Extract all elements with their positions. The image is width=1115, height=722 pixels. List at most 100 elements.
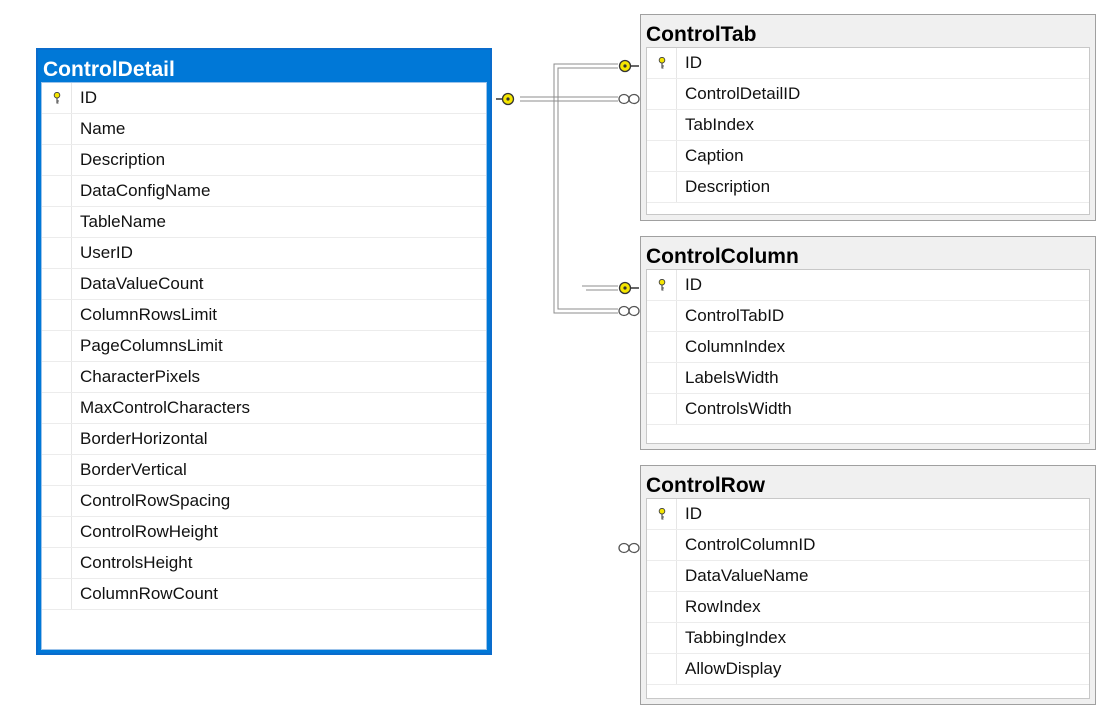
column-list: ID ControlColumnID DataValueName RowIndex Ta…: [646, 498, 1090, 699]
column-row[interactable]: Description: [647, 172, 1089, 203]
row-selector[interactable]: [647, 270, 677, 300]
key-end-icon: [618, 281, 639, 295]
column-name: ControlRowSpacing: [80, 491, 231, 510]
connector-detail-tab-one: [520, 63, 618, 98]
row-selector[interactable]: [42, 300, 72, 330]
row-selector[interactable]: [647, 79, 677, 109]
column-row[interactable]: ControlRowHeight: [42, 517, 486, 548]
row-selector[interactable]: [647, 363, 677, 393]
table-title[interactable]: ControlRow: [641, 466, 1095, 498]
column-row[interactable]: ID: [647, 270, 1089, 301]
column-row[interactable]: BorderHorizontal: [42, 424, 486, 455]
column-row[interactable]: ID: [647, 499, 1089, 530]
column-name: DataValueName: [685, 566, 809, 585]
column-row[interactable]: DataValueCount: [42, 269, 486, 300]
row-selector[interactable]: [647, 654, 677, 684]
column-name: DataValueCount: [80, 274, 204, 293]
row-selector[interactable]: [42, 517, 72, 547]
row-selector[interactable]: [42, 424, 72, 454]
column-row[interactable]: AllowDisplay: [647, 654, 1089, 685]
column-name: ID: [685, 53, 702, 72]
column-row[interactable]: ControlRowSpacing: [42, 486, 486, 517]
column-name: ID: [80, 88, 97, 107]
row-selector[interactable]: [42, 579, 72, 609]
primary-key-icon: [658, 279, 665, 291]
table-control-column[interactable]: ControlColumn ID ControlTabID ColumnIndex L…: [640, 236, 1096, 450]
key-end-icon: [618, 59, 639, 73]
table-title[interactable]: ControlColumn: [641, 237, 1095, 269]
row-selector[interactable]: [647, 332, 677, 362]
column-name: ControlColumnID: [685, 535, 816, 554]
row-selector[interactable]: [647, 623, 677, 653]
row-selector[interactable]: [42, 176, 72, 206]
column-name: ColumnRowsLimit: [80, 305, 217, 324]
column-row[interactable]: MaxControlCharacters: [42, 393, 486, 424]
row-selector[interactable]: [647, 301, 677, 331]
column-row[interactable]: DataValueName: [647, 561, 1089, 592]
column-row[interactable]: PageColumnsLimit: [42, 331, 486, 362]
row-selector[interactable]: [42, 238, 72, 268]
column-row[interactable]: CharacterPixels: [42, 362, 486, 393]
row-selector[interactable]: [647, 394, 677, 424]
row-selector[interactable]: [647, 48, 677, 78]
table-control-row[interactable]: ControlRow ID ControlColumnID DataValueNam…: [640, 465, 1096, 705]
row-selector[interactable]: [42, 207, 72, 237]
column-row[interactable]: RowIndex: [647, 592, 1089, 623]
column-row[interactable]: ControlTabID: [647, 301, 1089, 332]
column-row[interactable]: TabbingIndex: [647, 623, 1089, 654]
column-row[interactable]: LabelsWidth: [647, 363, 1089, 394]
row-selector[interactable]: [647, 530, 677, 560]
column-name: ControlRowHeight: [80, 522, 218, 541]
column-row[interactable]: ID: [647, 48, 1089, 79]
row-selector[interactable]: [42, 145, 72, 175]
column-row[interactable]: BorderVertical: [42, 455, 486, 486]
column-row[interactable]: Description: [42, 145, 486, 176]
row-selector[interactable]: [647, 172, 677, 202]
column-row[interactable]: ID: [42, 83, 486, 114]
column-name: Caption: [685, 146, 744, 165]
row-selector[interactable]: [42, 455, 72, 485]
column-row[interactable]: TabIndex: [647, 110, 1089, 141]
column-row[interactable]: ControlDetailID: [647, 79, 1089, 110]
table-title[interactable]: ControlDetail: [38, 50, 490, 82]
column-name: ControlDetailID: [685, 84, 801, 103]
row-selector[interactable]: [42, 114, 72, 144]
column-row[interactable]: Name: [42, 114, 486, 145]
column-row[interactable]: TableName: [42, 207, 486, 238]
row-selector[interactable]: [42, 486, 72, 516]
column-row[interactable]: ControlColumnID: [647, 530, 1089, 561]
table-control-tab[interactable]: ControlTab ID ControlDetailID TabIndex Capt…: [640, 14, 1096, 221]
many-end-icon: [618, 542, 640, 554]
row-selector[interactable]: [42, 83, 72, 113]
row-selector[interactable]: [42, 362, 72, 392]
row-selector[interactable]: [647, 141, 677, 171]
column-name: UserID: [80, 243, 133, 262]
row-selector[interactable]: [647, 592, 677, 622]
column-name: Name: [80, 119, 126, 138]
column-name: ID: [685, 275, 702, 294]
column-name: PageColumnsLimit: [80, 336, 223, 355]
column-name: TableName: [80, 212, 166, 231]
row-selector[interactable]: [42, 548, 72, 578]
column-name: ControlTabID: [685, 306, 785, 325]
table-control-detail[interactable]: ControlDetail ID Name Description DataConfi…: [36, 48, 492, 655]
row-selector[interactable]: [647, 110, 677, 140]
column-row[interactable]: ColumnRowsLimit: [42, 300, 486, 331]
column-name: MaxControlCharacters: [80, 398, 251, 417]
row-selector[interactable]: [647, 561, 677, 591]
column-row[interactable]: ColumnIndex: [647, 332, 1089, 363]
many-end-icon: [618, 305, 640, 317]
column-row[interactable]: DataConfigName: [42, 176, 486, 207]
table-title[interactable]: ControlTab: [641, 15, 1095, 47]
column-row[interactable]: ControlsWidth: [647, 394, 1089, 425]
row-selector[interactable]: [647, 499, 677, 529]
column-row[interactable]: ColumnRowCount: [42, 579, 486, 610]
row-selector[interactable]: [42, 331, 72, 361]
row-selector[interactable]: [42, 393, 72, 423]
column-row[interactable]: ControlsHeight: [42, 548, 486, 579]
row-selector[interactable]: [42, 269, 72, 299]
column-row[interactable]: Caption: [647, 141, 1089, 172]
primary-key-icon: [658, 508, 665, 520]
column-name: ID: [685, 504, 702, 523]
column-row[interactable]: UserID: [42, 238, 486, 269]
